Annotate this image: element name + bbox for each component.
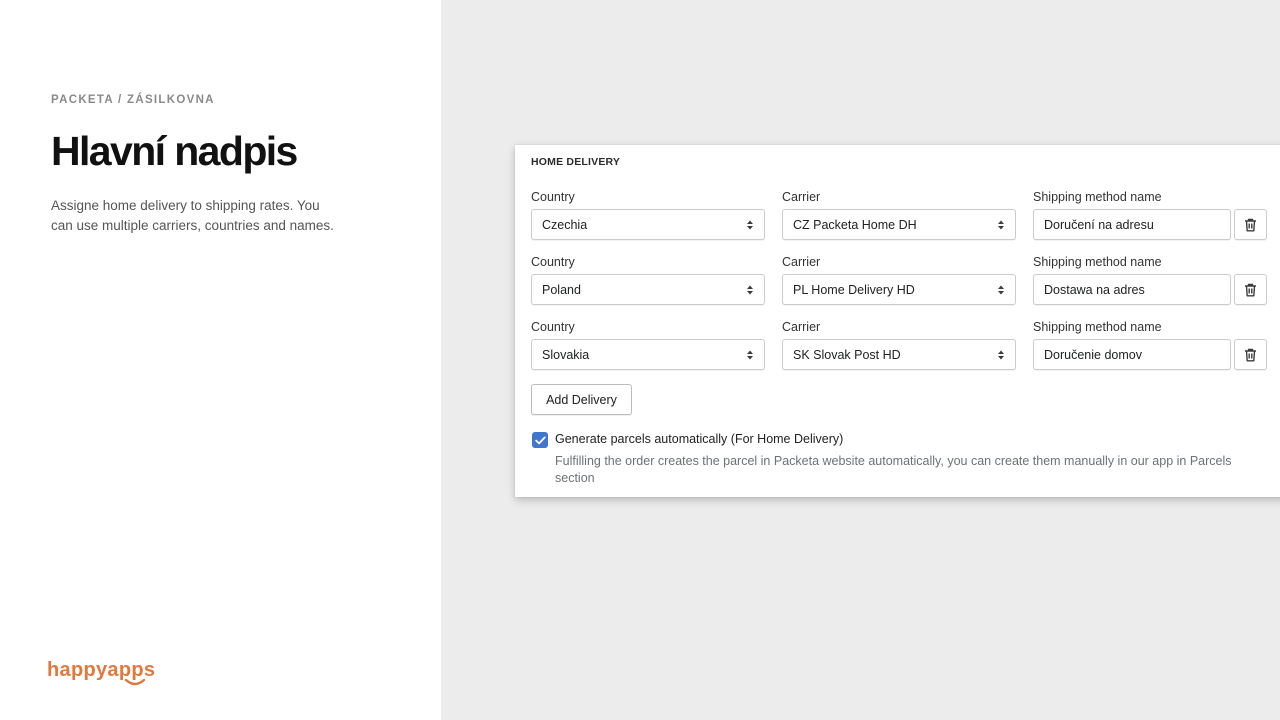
intro-panel: PACKETA / ZÁSILKOVNA Hlavní nadpis Assig… [0,0,441,720]
trash-icon [1245,218,1256,231]
country-select[interactable]: Slovakia [531,339,765,370]
select-arrows-icon [747,220,753,230]
carrier-value: PL Home Delivery HD [793,282,915,297]
happyapps-logo: happyapps [47,657,155,691]
delete-row-button[interactable] [1234,209,1267,240]
intro-description: Assigne home delivery to shipping rates.… [51,198,334,233]
method-name-input[interactable]: Doručenie domov [1033,339,1231,370]
select-arrows-icon [998,220,1004,230]
check-icon [534,436,546,444]
select-arrows-icon [747,350,753,360]
carrier-label: Carrier [782,255,821,269]
carrier-label: Carrier [782,320,821,334]
auto-generate-label[interactable]: Generate parcels automatically (For Home… [555,432,843,446]
method-value: Doručenie domov [1044,347,1142,362]
country-select[interactable]: Czechia [531,209,765,240]
method-name-input[interactable]: Dostawa na adres [1033,274,1231,305]
add-delivery-button[interactable]: Add Delivery [531,384,632,415]
select-arrows-icon [998,285,1004,295]
country-label: Country [531,320,575,334]
delete-row-button[interactable] [1234,339,1267,370]
auto-generate-checkbox[interactable] [532,432,548,448]
eyebrow: PACKETA / ZÁSILKOVNA [51,94,215,106]
carrier-select[interactable]: SK Slovak Post HD [782,339,1016,370]
carrier-value: CZ Packeta Home DH [793,217,917,232]
auto-generate-help: Fulfilling the order creates the parcel … [555,454,1232,485]
trash-icon [1245,348,1256,361]
page-title: Hlavní nadpis [51,128,298,174]
method-label: Shipping method name [1033,320,1162,334]
method-value: Dostawa na adres [1044,282,1145,297]
country-label: Country [531,255,575,269]
country-select[interactable]: Poland [531,274,765,305]
delete-row-button[interactable] [1234,274,1267,305]
smile-icon [124,678,146,686]
select-arrows-icon [747,285,753,295]
carrier-select[interactable]: CZ Packeta Home DH [782,209,1016,240]
trash-icon [1245,283,1256,296]
method-label: Shipping method name [1033,190,1162,204]
carrier-select[interactable]: PL Home Delivery HD [782,274,1016,305]
method-value: Doručení na adresu [1044,217,1154,232]
carrier-value: SK Slovak Post HD [793,347,901,362]
select-arrows-icon [998,350,1004,360]
carrier-label: Carrier [782,190,821,204]
country-label: Country [531,190,575,204]
method-name-input[interactable]: Doručení na adresu [1033,209,1231,240]
country-value: Slovakia [542,347,590,362]
home-delivery-card: HOME DELIVERY Country Carrier Shipping m… [515,145,1280,497]
card-title: HOME DELIVERY [531,156,621,168]
country-value: Czechia [542,217,588,232]
method-label: Shipping method name [1033,255,1162,269]
country-value: Poland [542,282,581,297]
